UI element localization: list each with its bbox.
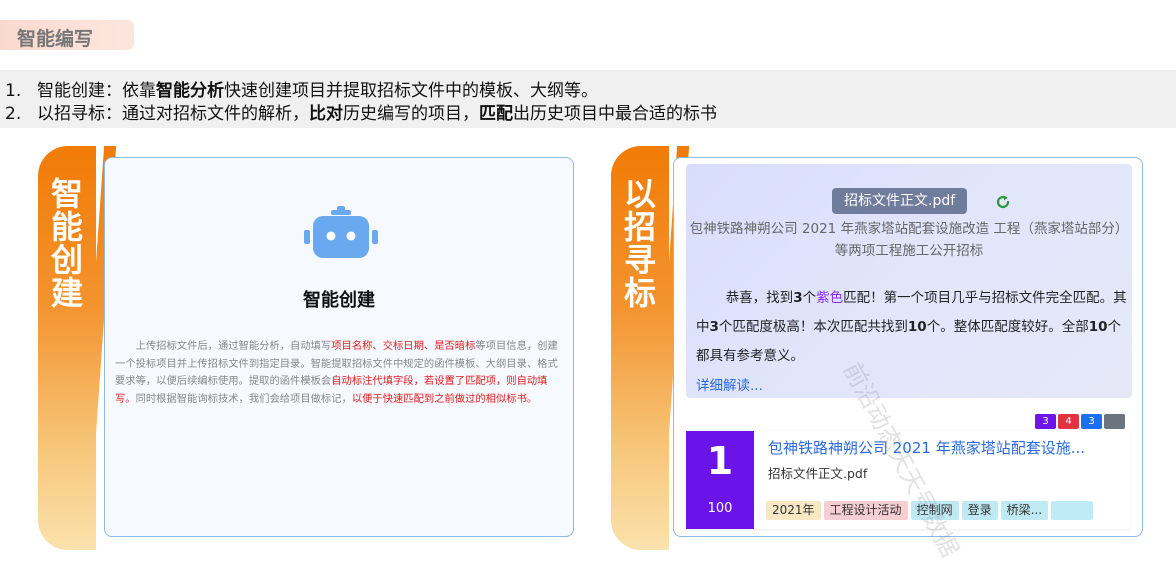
bid-match-card: 招标文件正文.pdf 包神铁路神朔公司 2021 年燕家塔站配套设施改造 工程（… bbox=[673, 157, 1143, 537]
tag: 登录 bbox=[961, 501, 998, 520]
intro-panel: 1. 智能创建：依靠智能分析快速创建项目并提取招标文件中的模板、大纲等。 2. 以招… bbox=[0, 70, 1176, 128]
intro-item-number: 2. bbox=[5, 104, 22, 124]
intro-item-text: 快速创建项目并提取招标文件中的模板、大纲等。 bbox=[224, 81, 598, 101]
ribbon-bid-search: 以招寻标 bbox=[611, 146, 669, 550]
msg-text: 个 bbox=[802, 290, 817, 306]
smart-create-card: 智能创建 上传招标文件后，通过智能分析，自动填写项目名称、交标日期、是否暗标等项… bbox=[104, 157, 574, 537]
rank-number: 1 bbox=[706, 439, 734, 483]
result-title-link[interactable]: 包神铁路神朔公司 2021 年燕家塔站配套设施... bbox=[768, 437, 1085, 458]
intro-item-text: 智能创建：依靠 bbox=[37, 81, 156, 101]
msg-text: 个匹配度极高！本次匹配共找到 bbox=[718, 319, 908, 335]
ribbon-label: 智能创建 bbox=[50, 175, 83, 312]
intro-item-text: 出历史项目中最合适的标书 bbox=[513, 104, 717, 124]
result-tags: 2021年 工程设计活动 控制网 登录 桥梁... bbox=[766, 501, 1096, 520]
rank-box: 1 100 bbox=[686, 431, 754, 529]
intro-item-text: 以招寻标：通过对招标文件的解析， bbox=[37, 104, 309, 124]
desc-text: 同时根据智能询标技术，我们会给项目做标记， bbox=[135, 392, 352, 405]
count-badge-blue: 3 bbox=[1081, 414, 1102, 429]
section-tag: 智能编写 bbox=[0, 20, 134, 50]
tag bbox=[1051, 501, 1094, 520]
result-file-name: 招标文件正文.pdf bbox=[768, 466, 868, 481]
tag: 工程设计活动 bbox=[823, 501, 908, 520]
intro-item-text: 历史编写的项目， bbox=[343, 104, 479, 124]
detail-link[interactable]: 详细解读... bbox=[696, 374, 763, 394]
tag: 桥梁... bbox=[1000, 501, 1049, 520]
section-title: 智能编写 bbox=[17, 28, 94, 50]
ribbon-smart-create: 智能创建 bbox=[38, 146, 96, 550]
msg-number: 10 bbox=[1088, 319, 1108, 335]
tag: 控制网 bbox=[910, 501, 959, 520]
msg-number: 10 bbox=[907, 319, 927, 335]
match-score: 100 bbox=[707, 501, 733, 516]
desc-highlight: 以便于快速匹配到之前做过的相似标书。 bbox=[351, 392, 538, 405]
refresh-icon[interactable] bbox=[995, 194, 1011, 210]
ribbon-label: 以招寻标 bbox=[623, 175, 656, 312]
intro-item-bold: 比对 bbox=[309, 104, 343, 124]
project-name: 包神铁路神朔公司 2021 年燕家塔站配套设施改造 工程（燕家塔站部分）等两项工… bbox=[689, 221, 1129, 259]
file-chip[interactable]: 招标文件正文.pdf bbox=[832, 188, 968, 214]
match-message: 恭喜，找到3个紫色匹配！第一个项目几乎与招标文件完全匹配。其中3个匹配度极高！本… bbox=[696, 284, 1134, 371]
card-description: 上传招标文件后，通过智能分析，自动填写项目名称、交标日期、是否暗标等项目信息，创… bbox=[115, 338, 561, 408]
robot-icon bbox=[304, 206, 378, 258]
desc-highlight: 项目名称、交标日期、是否暗标 bbox=[331, 340, 476, 352]
msg-number: 3 bbox=[793, 290, 803, 306]
desc-text: 上传招标文件后，通过智能分析，自动填写 bbox=[135, 340, 332, 352]
msg-number: 3 bbox=[709, 319, 719, 335]
msg-text: 恭喜，找到 bbox=[725, 290, 794, 306]
intro-item-number: 1. bbox=[5, 81, 22, 101]
intro-item-2: 2. 以招寻标：通过对招标文件的解析，比对历史编写的项目，匹配出历史项目中最合适的… bbox=[5, 99, 717, 124]
card-title: 智能创建 bbox=[303, 290, 375, 311]
intro-item-1: 1. 智能创建：依靠智能分析快速创建项目并提取招标文件中的模板、大纲等。 bbox=[5, 76, 598, 101]
intro-item-bold: 智能分析 bbox=[156, 81, 224, 101]
match-summary-panel: 招标文件正文.pdf 包神铁路神朔公司 2021 年燕家塔站配套设施改造 工程（… bbox=[686, 164, 1132, 398]
count-badge-gray bbox=[1104, 414, 1125, 429]
intro-item-bold: 匹配 bbox=[479, 104, 513, 124]
count-badge-purple: 3 bbox=[1035, 414, 1056, 429]
msg-purple: 紫色 bbox=[816, 290, 844, 306]
result-item[interactable]: 1 100 包神铁路神朔公司 2021 年燕家塔站配套设施... 招标文件正文.… bbox=[686, 431, 1130, 529]
match-count-badges: 343 bbox=[1033, 414, 1125, 429]
tag: 2021年 bbox=[766, 501, 821, 520]
count-badge-red: 4 bbox=[1058, 414, 1079, 429]
msg-text: 个。整体匹配度较好。全部 bbox=[926, 319, 1089, 335]
